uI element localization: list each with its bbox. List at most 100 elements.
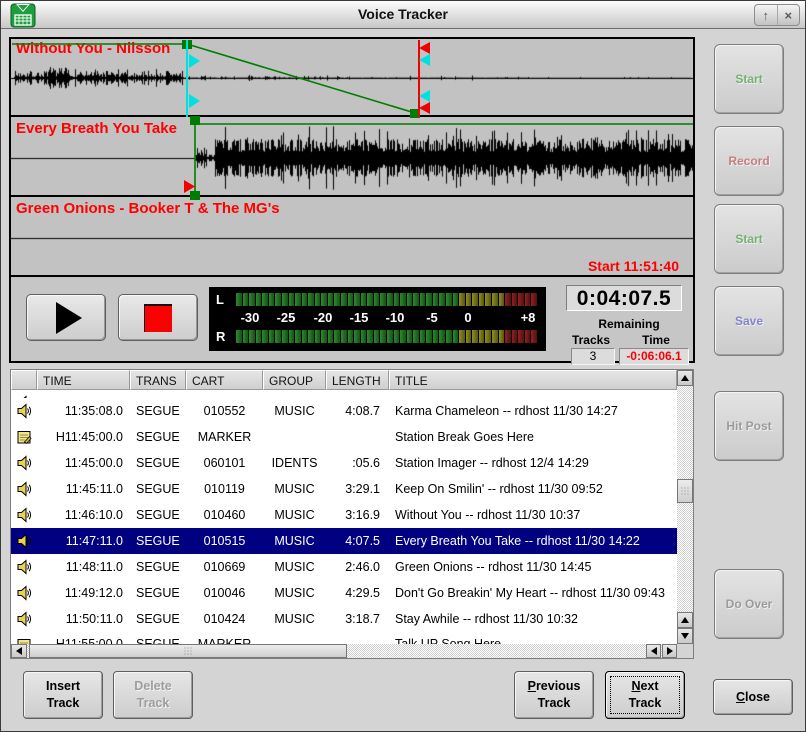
vu-meter: L -30-25-20-15-10-50+8 R <box>209 287 546 351</box>
close-button[interactable]: Close <box>713 679 793 715</box>
cell-group: MUSIC <box>263 612 326 626</box>
scroll-up-button[interactable] <box>677 370 693 386</box>
log-row[interactable]: 11:35:08.0SEGUE010552MUSIC4:08.7Karma Ch… <box>11 398 677 424</box>
scroll-left-button[interactable] <box>11 644 27 658</box>
start-1-button[interactable]: Start <box>714 44 784 114</box>
row-icon-cell <box>11 455 37 471</box>
shade-button[interactable]: ↑ <box>755 5 777 25</box>
record-button[interactable]: Record <box>714 126 784 196</box>
next-track-button[interactable]: NextTrack <box>605 671 685 719</box>
vertical-scroll-thumb[interactable] <box>677 479 693 503</box>
elapsed-time-display: 0:04:07.5 <box>566 285 682 311</box>
column-header-icon[interactable] <box>11 370 37 390</box>
cell-title: Every Breath You Take -- rdhost 11/30 14… <box>389 534 677 548</box>
log-row[interactable]: 11:45:00.0SEGUE060101IDENTS:05.6Station … <box>11 450 677 476</box>
audio-cart-icon <box>16 481 32 497</box>
meter-segment <box>492 330 498 343</box>
save-button[interactable]: Save <box>714 286 784 356</box>
remaining-tracks-value: 3 <box>571 348 615 365</box>
meter-segment <box>295 330 301 343</box>
horizontal-scrollbar[interactable] <box>11 644 677 658</box>
remaining-tracks-label: Tracks <box>561 333 621 347</box>
meter-segment <box>387 330 393 343</box>
scroll-left-button-2[interactable] <box>646 644 661 658</box>
log-row[interactable]: 11:45:11.0SEGUE010119MUSIC3:29.1Keep On … <box>11 476 677 502</box>
stop-button[interactable] <box>118 294 198 341</box>
titlebar-buttons: ↑ × <box>754 4 800 26</box>
cell-length: 4:29.5 <box>326 586 389 600</box>
column-header-GROUP[interactable]: GROUP <box>263 370 326 390</box>
meter-segment <box>433 293 439 306</box>
column-header-LENGTH[interactable]: LENGTH <box>326 370 389 390</box>
meter-segment <box>518 330 524 343</box>
log-row[interactable]: H11:45:00.0SEGUEMARKERStation Break Goes… <box>11 424 677 450</box>
cell-cart: 010515 <box>186 534 263 548</box>
play-button[interactable] <box>26 294 106 341</box>
audio-cart-icon <box>16 403 32 419</box>
insert-track-button[interactable]: InsertTrack <box>23 671 103 719</box>
cell-group: IDENTS <box>263 456 326 470</box>
meter-segment <box>472 293 478 306</box>
cell-group: MUSIC <box>263 404 326 418</box>
meter-segment <box>236 293 242 306</box>
row-icon-cell <box>11 632 37 644</box>
column-header-TITLE[interactable]: TITLE <box>389 370 677 390</box>
cell-length: 2:46.0 <box>326 560 389 574</box>
remaining-time-label: Time <box>626 333 686 347</box>
scroll-up-button-2[interactable] <box>677 612 693 628</box>
meter-segment <box>400 293 406 306</box>
do-over-button[interactable]: Do Over <box>714 569 784 639</box>
cell-trans: SEGUE <box>130 404 186 418</box>
audio-cart-icon <box>16 507 32 523</box>
track-2-waveform[interactable]: Every Breath You Take <box>11 119 693 197</box>
cell-cart: 010119 <box>186 482 263 496</box>
meter-segment <box>289 293 295 306</box>
meter-segment <box>295 293 301 306</box>
column-header-TRANS[interactable]: TRANS <box>130 370 186 390</box>
vu-right-bar <box>236 330 538 343</box>
log-row[interactable]: 11:50:11.0SEGUE010424MUSIC3:18.7Stay Awh… <box>11 606 677 632</box>
cell-title: Karma Chameleon -- rdhost 11/30 14:27 <box>389 404 677 418</box>
meter-segment <box>289 330 295 343</box>
horizontal-scroll-thumb[interactable] <box>29 644 347 658</box>
scroll-right-button[interactable] <box>662 644 677 658</box>
delete-track-button[interactable]: DeleteTrack <box>113 671 193 719</box>
cell-group <box>263 632 326 637</box>
cell-cart: 010046 <box>186 586 263 600</box>
vertical-scrollbar[interactable] <box>677 370 693 644</box>
log-table-rows: 11:35:08.0SEGUE010552MUSIC4:08.7Karma Ch… <box>11 390 677 644</box>
cell-trans: SEGUE <box>130 482 186 496</box>
meter-segment <box>262 293 268 306</box>
meter-segment <box>275 330 281 343</box>
track-1-waveform[interactable]: Without You - Nilsson <box>11 39 693 117</box>
log-row[interactable]: H11:55:00.0SEGUEMARKERTalk UP Song Here <box>11 632 677 644</box>
track-1-title: Without You - Nilsson <box>16 40 170 57</box>
start-2-button[interactable]: Start <box>714 204 784 274</box>
meter-segment <box>525 293 531 306</box>
log-row[interactable] <box>11 390 677 398</box>
log-row[interactable]: 11:49:12.0SEGUE010046MUSIC4:29.5Don't Go… <box>11 580 677 606</box>
previous-track-button[interactable]: PreviousTrack <box>514 671 594 719</box>
column-header-TIME[interactable]: TIME <box>37 370 130 390</box>
meter-scale-tick: -5 <box>426 310 438 325</box>
cell-length: 3:16.9 <box>326 508 389 522</box>
scroll-down-button[interactable] <box>677 628 693 644</box>
meter-segment <box>315 293 321 306</box>
meter-segment <box>275 293 281 306</box>
meter-segment <box>374 330 380 343</box>
log-row-selected[interactable]: 11:47:11.0SEGUE010515MUSIC4:07.5Every Br… <box>11 528 677 554</box>
marker-note-icon <box>16 637 32 644</box>
meter-segment <box>354 330 360 343</box>
hit-post-button[interactable]: Hit Post <box>714 391 784 461</box>
log-row[interactable]: 11:46:10.0SEGUE010460MUSIC3:16.9Without … <box>11 502 677 528</box>
cell-cart: 010669 <box>186 560 263 574</box>
meter-segment <box>348 330 354 343</box>
cell-cart: 010424 <box>186 612 263 626</box>
track-3-title: Green Onions - Booker T & The MG's <box>16 200 280 217</box>
close-window-button[interactable]: × <box>777 5 800 25</box>
log-row[interactable]: 11:48:11.0SEGUE010669MUSIC2:46.0Green On… <box>11 554 677 580</box>
cell-length: 3:18.7 <box>326 612 389 626</box>
cell-length: :05.6 <box>326 456 389 470</box>
column-header-CART[interactable]: CART <box>186 370 263 390</box>
meter-segment <box>269 293 275 306</box>
